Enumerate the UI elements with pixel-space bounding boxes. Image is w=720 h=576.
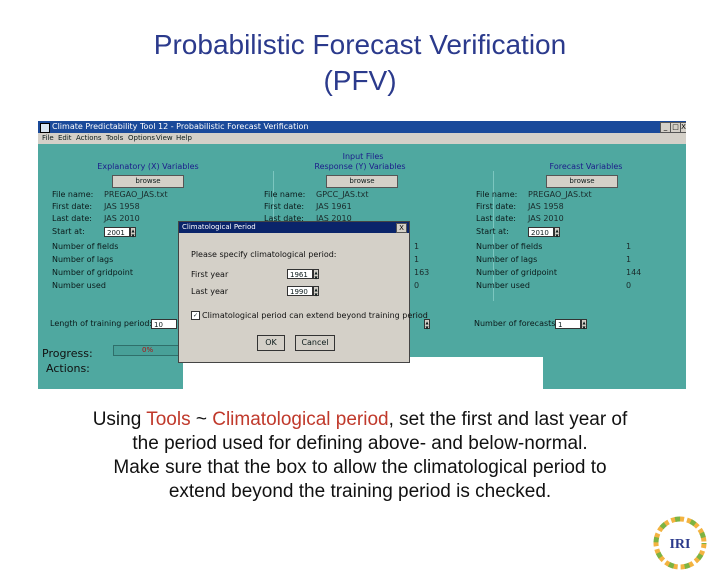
menu-help[interactable]: Help xyxy=(176,133,192,144)
forecasts-label: Number of forecasts: xyxy=(474,319,559,328)
dialog-close-button[interactable]: X xyxy=(396,223,407,233)
extend-checkbox-label: Climatological period can extend beyond … xyxy=(202,311,428,320)
first-year-label: First year xyxy=(191,270,229,279)
forecast-variables-header: Forecast Variables xyxy=(549,162,623,171)
y-fields-value: 1 xyxy=(414,242,420,251)
y-variables-header: Response (Y) Variables xyxy=(314,162,406,171)
f-start-at-spinner[interactable]: ▲ ▼ xyxy=(554,227,560,238)
climatological-period-dialog: Climatological Period X Please specify c… xyxy=(178,221,428,363)
progress-bar: 0% xyxy=(113,345,185,356)
cpt-window: Climate Predictability Tool 12 - Probabi… xyxy=(38,121,686,389)
x-fields-label: Number of fields xyxy=(52,242,119,251)
x-last-date: JAS 2010 xyxy=(104,214,140,223)
tools-highlight: Tools xyxy=(146,409,191,430)
ok-button[interactable]: OK xyxy=(257,335,285,351)
climatological-period-highlight: Climatological period xyxy=(212,409,389,430)
menu-bar: File Edit Actions Tools Options View Hel… xyxy=(38,133,686,144)
training-period-label: Length of training period: xyxy=(50,319,153,328)
menu-file[interactable]: File xyxy=(42,133,54,144)
f-lags-value: 1 xyxy=(626,255,632,264)
f-gridpoints-label: Number of gridpoint xyxy=(476,268,558,277)
caption-text: Using xyxy=(92,409,147,430)
x-browse-button[interactable]: browse xyxy=(112,175,184,188)
menu-actions[interactable]: Actions xyxy=(76,133,102,144)
x-used-label: Number used xyxy=(52,281,106,290)
f-used-label: Number used xyxy=(476,281,530,290)
menu-tools[interactable]: Tools xyxy=(106,133,123,144)
slide-caption: Using Tools ~ Climatological period, set… xyxy=(0,408,720,504)
x-file-name-label: File name: xyxy=(52,190,94,199)
x-file-name: PREGAO_JAS.txt xyxy=(104,190,168,199)
y-used-value: 0 xyxy=(414,281,420,290)
last-year-label: Last year xyxy=(191,287,229,296)
f-first-date-label: First date: xyxy=(476,202,517,211)
dialog-titlebar: Climatological Period X xyxy=(179,222,409,233)
f-last-date: JAS 2010 xyxy=(528,214,564,223)
f-fields-value: 1 xyxy=(626,242,632,251)
dialog-title: Climatological Period xyxy=(182,223,256,231)
x-start-at-input[interactable]: 2001 xyxy=(104,227,130,237)
app-icon xyxy=(40,123,50,133)
input-files-header: Input Files xyxy=(342,152,384,161)
f-start-at-label: Start at: xyxy=(476,227,509,236)
first-year-spinner[interactable]: ▲ ▼ xyxy=(313,269,319,280)
menu-edit[interactable]: Edit xyxy=(58,133,72,144)
f-first-date: JAS 1958 xyxy=(528,202,564,211)
f-file-name: PREGAO_JAS.txt xyxy=(528,190,592,199)
y-gridpoints-value: 163 xyxy=(414,268,430,277)
training-period-input[interactable]: 10 xyxy=(151,319,177,329)
menu-view[interactable]: View xyxy=(156,133,173,144)
actions-label: Actions: xyxy=(46,362,90,375)
window-title: Climate Predictability Tool 12 - Probabi… xyxy=(52,122,309,131)
x-first-date-label: First date: xyxy=(52,202,93,211)
iri-logo: IRI xyxy=(653,516,707,570)
progress-percent: 0% xyxy=(142,346,154,354)
x-start-at-label: Start at: xyxy=(52,227,85,236)
window-titlebar: Climate Predictability Tool 12 - Probabi… xyxy=(38,121,686,133)
extend-checkbox[interactable]: ✓ xyxy=(191,311,200,320)
first-year-input[interactable]: 1961 xyxy=(287,269,313,279)
x-variables-header: Explanatory (X) Variables xyxy=(97,162,199,171)
f-used-value: 0 xyxy=(626,281,632,290)
caption-text: ~ xyxy=(190,409,213,430)
x-lags-label: Number of lags xyxy=(52,255,114,264)
slide-title: Probabilistic Forecast Verification xyxy=(153,29,567,60)
svg-text:IRI: IRI xyxy=(669,537,690,552)
y-lags-value: 1 xyxy=(414,255,420,264)
caption-line-1: Using Tools ~ Climatological period, set… xyxy=(0,408,720,432)
slide-subtitle: (PFV) xyxy=(323,65,397,96)
x-start-at-spinner[interactable]: ▲ ▼ xyxy=(130,227,136,238)
menu-options[interactable]: Options xyxy=(128,133,155,144)
x-gridpoints-label: Number of gridpoint xyxy=(52,268,134,277)
y-file-name-label: File name: xyxy=(264,190,306,199)
f-fields-label: Number of fields xyxy=(476,242,543,251)
caption-line-2: the period used for defining above- and … xyxy=(132,433,588,454)
y-first-date-label: First date: xyxy=(264,202,305,211)
y-browse-button[interactable]: browse xyxy=(326,175,398,188)
caption-line-4: extend beyond the training period is che… xyxy=(168,481,552,502)
last-year-spinner[interactable]: ▲ ▼ xyxy=(313,286,319,297)
last-year-input[interactable]: 1990 xyxy=(287,286,313,296)
caption-text: , set the first and last year of xyxy=(388,409,628,430)
progress-label: Progress: xyxy=(42,347,93,360)
caption-line-3: Make sure that the box to allow the clim… xyxy=(113,457,607,478)
f-browse-button[interactable]: browse xyxy=(546,175,618,188)
forecasts-spinner[interactable]: ▲ ▼ xyxy=(581,319,587,330)
y-first-date: JAS 1961 xyxy=(316,202,352,211)
forecasts-input[interactable]: 1 xyxy=(555,319,581,329)
close-button[interactable]: X xyxy=(680,122,686,133)
x-last-date-label: Last date: xyxy=(52,214,92,223)
x-first-date: JAS 1958 xyxy=(104,202,140,211)
f-last-date-label: Last date: xyxy=(476,214,516,223)
f-gridpoints-value: 144 xyxy=(626,268,642,277)
f-file-name-label: File name: xyxy=(476,190,518,199)
f-lags-label: Number of lags xyxy=(476,255,538,264)
f-start-at-input[interactable]: 2010 xyxy=(528,227,554,237)
dialog-prompt: Please specify climatological period: xyxy=(191,250,337,259)
cancel-button[interactable]: Cancel xyxy=(295,335,335,351)
y-file-name: GPCC_JAS.txt xyxy=(316,190,369,199)
